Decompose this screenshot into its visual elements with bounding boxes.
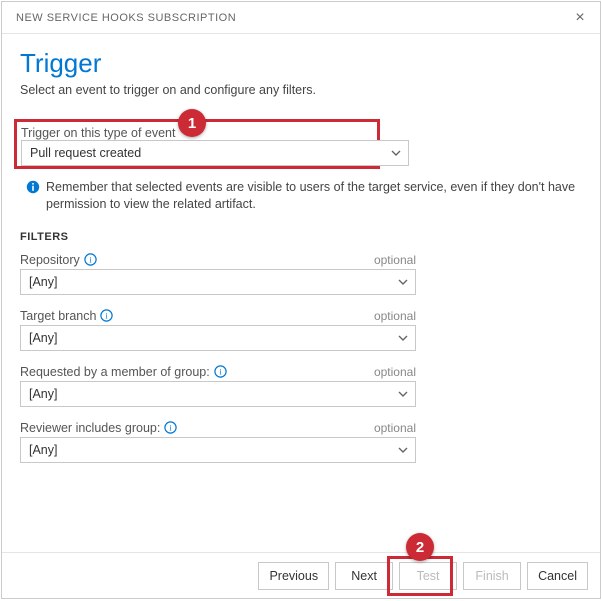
- dialog-body: Trigger Select an event to trigger on an…: [2, 34, 600, 552]
- optional-tag: optional: [374, 421, 416, 435]
- filter-label: Reviewer includes group:: [20, 421, 160, 435]
- reviewer-group-select[interactable]: [Any]: [20, 437, 416, 463]
- previous-button[interactable]: Previous: [258, 562, 329, 590]
- requested-by-value: [Any]: [29, 387, 58, 401]
- help-icon[interactable]: i: [100, 309, 113, 322]
- event-type-select[interactable]: Pull request created: [21, 140, 409, 166]
- chevron-down-icon: [390, 147, 402, 159]
- service-hooks-dialog: NEW SERVICE HOOKS SUBSCRIPTION × Trigger…: [1, 1, 601, 599]
- filter-repository: Repository i optional [Any]: [20, 253, 582, 295]
- svg-text:i: i: [170, 423, 173, 433]
- info-icon: [26, 180, 40, 213]
- cancel-button[interactable]: Cancel: [527, 562, 588, 590]
- dialog-title: NEW SERVICE HOOKS SUBSCRIPTION: [16, 12, 236, 24]
- svg-text:i: i: [219, 367, 222, 377]
- filter-label: Repository: [20, 253, 80, 267]
- filter-label: Requested by a member of group:: [20, 365, 210, 379]
- filters-section: Repository i optional [Any]: [20, 253, 582, 463]
- next-button[interactable]: Next: [335, 562, 393, 590]
- requested-by-select[interactable]: [Any]: [20, 381, 416, 407]
- help-icon[interactable]: i: [164, 421, 177, 434]
- page-title: Trigger: [20, 48, 582, 79]
- close-icon[interactable]: ×: [570, 9, 590, 27]
- finish-button: Finish: [463, 562, 521, 590]
- test-button: Test: [399, 562, 457, 590]
- target-branch-select[interactable]: [Any]: [20, 325, 416, 351]
- info-text: Remember that selected events are visibl…: [46, 179, 582, 213]
- dialog-footer: 2 Previous Next Test Finish Cancel: [2, 552, 600, 598]
- annotation-badge-1: 1: [178, 109, 206, 137]
- chevron-down-icon: [397, 444, 409, 456]
- dialog-header: NEW SERVICE HOOKS SUBSCRIPTION ×: [2, 2, 600, 34]
- svg-text:i: i: [89, 255, 92, 265]
- filter-requested-by: Requested by a member of group: i option…: [20, 365, 582, 407]
- annotation-badge-2: 2: [406, 533, 434, 561]
- event-type-value: Pull request created: [30, 146, 141, 160]
- svg-text:i: i: [106, 311, 109, 321]
- repository-select[interactable]: [Any]: [20, 269, 416, 295]
- help-icon[interactable]: i: [84, 253, 97, 266]
- help-icon[interactable]: i: [214, 365, 227, 378]
- info-row: Remember that selected events are visibl…: [20, 179, 582, 213]
- optional-tag: optional: [374, 365, 416, 379]
- chevron-down-icon: [397, 388, 409, 400]
- filter-label: Target branch: [20, 309, 96, 323]
- repository-value: [Any]: [29, 275, 58, 289]
- filter-target-branch: Target branch i optional [Any]: [20, 309, 582, 351]
- target-branch-value: [Any]: [29, 331, 58, 345]
- chevron-down-icon: [397, 276, 409, 288]
- filter-reviewer-group: Reviewer includes group: i optional [Any…: [20, 421, 582, 463]
- reviewer-group-value: [Any]: [29, 443, 58, 457]
- page-subtitle: Select an event to trigger on and config…: [20, 83, 582, 97]
- optional-tag: optional: [374, 253, 416, 267]
- optional-tag: optional: [374, 309, 416, 323]
- chevron-down-icon: [397, 332, 409, 344]
- filters-heading: FILTERS: [20, 231, 582, 243]
